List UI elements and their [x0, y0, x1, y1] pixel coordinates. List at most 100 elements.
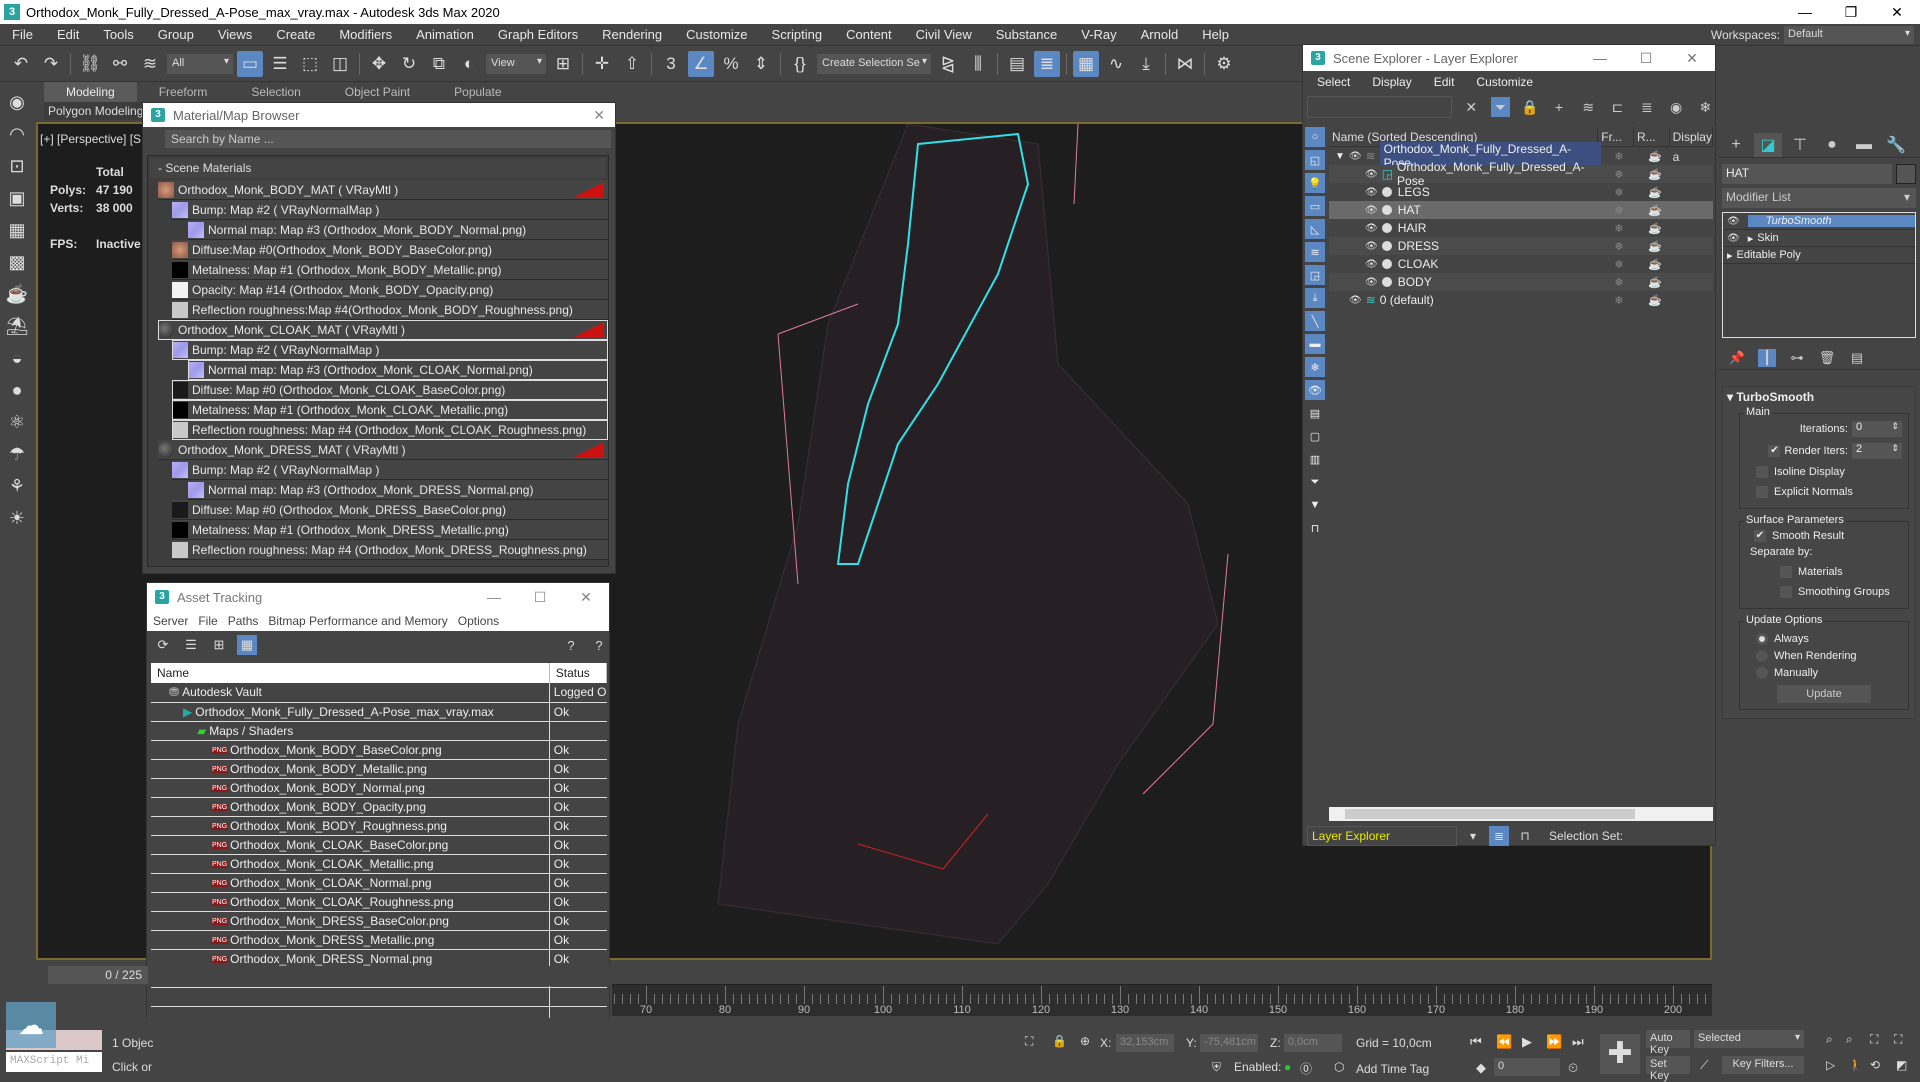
map-item[interactable]: Normal map: Map #3 (Orthodox_Monk_BODY_N…: [188, 220, 608, 240]
freeze-toggle-icon[interactable]: ❄: [1601, 150, 1637, 163]
visibility-eye-icon[interactable]: 👁: [1365, 259, 1378, 270]
close-button[interactable]: ✕: [1669, 50, 1715, 67]
spacewarps-filter-icon[interactable]: ≋: [1305, 242, 1325, 262]
frozen-filter-icon[interactable]: ❄: [1305, 357, 1325, 377]
asset-row[interactable]: PNG Orthodox_Monk_BODY_BaseColor.png Ok: [151, 740, 607, 760]
visibility-eye-icon[interactable]: 👁: [1365, 205, 1378, 216]
modify-icon[interactable]: ◠: [5, 122, 29, 146]
box-icon[interactable]: ⊡: [5, 154, 29, 178]
undo-icon[interactable]: ↶: [8, 51, 34, 77]
clear-search-icon[interactable]: ✕: [1462, 97, 1481, 117]
asset-row[interactable]: PNG Orthodox_Monk_CLOAK_Normal.png Ok: [151, 873, 607, 893]
material-editor-icon[interactable]: ⋈: [1172, 51, 1198, 77]
map-item[interactable]: Metalness: Map #1 (Orthodox_Monk_DRESS_M…: [172, 520, 608, 540]
containers-filter-icon[interactable]: ▬: [1305, 334, 1325, 354]
key-mode-icon[interactable]: ◆: [1476, 1060, 1486, 1076]
time-tag-icon[interactable]: ⓪: [1300, 1060, 1312, 1077]
tab-modeling[interactable]: Modeling: [44, 82, 137, 102]
renderable-toggle-icon[interactable]: ☕: [1637, 168, 1673, 181]
explicit-normals-option[interactable]: Explicit Normals: [1746, 482, 1902, 502]
object-row[interactable]: 👁 HAT ❄ ☕: [1329, 201, 1713, 219]
material-item[interactable]: Orthodox_Monk_BODY_MAT ( VRayMtl ): [158, 180, 608, 200]
lock-icon[interactable]: 🔒: [1520, 97, 1539, 117]
motion-tab-icon[interactable]: ●: [1818, 133, 1846, 157]
zoom-extents-all-icon[interactable]: ⛶: [1894, 1032, 1902, 1047]
menu-display[interactable]: Display: [1372, 75, 1411, 89]
update-when-rendering-radio[interactable]: When Rendering: [1746, 647, 1902, 664]
align-icon[interactable]: ⫼: [965, 51, 991, 77]
material-item[interactable]: Orthodox_Monk_CLOAK_MAT ( VRayMtl ): [158, 320, 608, 340]
x-coordinate-field[interactable]: 32,153cm: [1116, 1034, 1174, 1052]
menu-bitmap-performance[interactable]: Bitmap Performance and Memory: [268, 614, 447, 628]
maximize-button[interactable]: ☐: [1623, 50, 1669, 67]
materials-option[interactable]: Materials: [1746, 562, 1902, 582]
y-coordinate-field[interactable]: -75,481cm: [1200, 1034, 1258, 1052]
object-row[interactable]: 👁 ◲ Orthodox_Monk_Fully_Dressed_A-Pose ❄ ☕: [1329, 160, 1713, 188]
visibility-eye-icon[interactable]: 👁: [1365, 187, 1378, 198]
sun-icon[interactable]: ☀: [5, 506, 29, 530]
explicit-normals-checkbox[interactable]: [1756, 486, 1768, 498]
map-item[interactable]: Diffuse:Map #0(Orthodox_Monk_BODY_BaseCo…: [172, 240, 608, 260]
render-setup-icon[interactable]: ⚙: [1211, 51, 1237, 77]
track-bar-ruler[interactable]: 70 80 90 100 110 120 130 140 150 160 170 180 190 200: [612, 984, 1712, 1016]
smoothing-groups-checkbox[interactable]: [1780, 586, 1792, 598]
field-of-view-icon[interactable]: ▷: [1826, 1058, 1835, 1072]
menu-arnold[interactable]: Arnold: [1129, 27, 1191, 42]
update-button[interactable]: Update: [1777, 685, 1871, 703]
menu-customize[interactable]: Customize: [674, 27, 759, 42]
go-to-start-icon[interactable]: ⏮: [1470, 1034, 1482, 1050]
smooth-result-option[interactable]: ✔ Smooth Result: [1746, 526, 1902, 546]
smooth-result-checkbox[interactable]: ✔: [1754, 530, 1766, 542]
object-name-field[interactable]: HAT: [1722, 164, 1892, 184]
material-search-input[interactable]: Search by Name ...: [165, 130, 611, 148]
freeze-toggle-icon[interactable]: ❄: [1601, 240, 1637, 253]
asset-row[interactable]: ⛃ Autodesk Vault Logged O: [151, 683, 607, 703]
explorer-mode-dropdown[interactable]: Layer Explorer: [1307, 826, 1457, 846]
display-tab-icon[interactable]: ▬: [1850, 133, 1878, 157]
xrefs-filter-icon[interactable]: ⤓: [1305, 288, 1325, 308]
minimize-button[interactable]: —: [1577, 50, 1623, 67]
menu-modifiers[interactable]: Modifiers: [327, 27, 404, 42]
bind-space-warp-icon[interactable]: ≋: [137, 51, 163, 77]
object-row[interactable]: 👁 CLOAK ❄ ☕: [1329, 255, 1713, 273]
angle-snap-icon[interactable]: ∠: [688, 50, 714, 77]
hierarchy-tab-icon[interactable]: ⊤: [1786, 133, 1814, 157]
adaptive-degradation-icon[interactable]: ⛨: [1212, 1060, 1221, 1075]
modifier-list-dropdown[interactable]: Modifier List: [1722, 188, 1916, 208]
layer-explorer-icon[interactable]: ≣: [1034, 50, 1060, 77]
display-all-icon[interactable]: ▤: [1305, 403, 1325, 423]
link-icon[interactable]: ⛓: [77, 51, 103, 77]
invert-display-icon[interactable]: ▥: [1305, 449, 1325, 469]
menu-server[interactable]: Server: [153, 614, 188, 628]
scene-materials-header[interactable]: - Scene Materials: [150, 158, 606, 178]
freeze-toggle-icon[interactable]: ❄: [1601, 222, 1637, 235]
create-tab-icon[interactable]: +: [1722, 133, 1750, 157]
menu-substance[interactable]: Substance: [984, 27, 1069, 42]
edit-named-selection-icon[interactable]: {}: [787, 51, 813, 77]
freeze-toggle-icon[interactable]: ❄: [1601, 168, 1637, 181]
set-keys-icon[interactable]: ✚: [1600, 1034, 1640, 1074]
visibility-eye-icon[interactable]: 👁: [1365, 277, 1378, 288]
menu-options[interactable]: Options: [458, 614, 499, 628]
select-manipulate-icon[interactable]: ✛: [589, 51, 615, 77]
maxscript-listener-input[interactable]: MAXScript Mi: [6, 1052, 102, 1072]
help-disabled-icon[interactable]: ?: [589, 635, 609, 655]
column-renderable[interactable]: R...: [1634, 127, 1670, 146]
scene-explorer-toggle-icon[interactable]: ▤: [1004, 51, 1030, 77]
column-status[interactable]: Status: [549, 663, 608, 683]
asset-row[interactable]: PNG Orthodox_Monk_DRESS_BaseColor.png Ok: [151, 911, 607, 931]
hide-layer-icon[interactable]: ◉: [1666, 97, 1685, 117]
make-unique-icon[interactable]: ⊶: [1788, 349, 1806, 367]
menu-tools[interactable]: Tools: [91, 27, 145, 42]
map-item[interactable]: Reflection roughness: Map #4 (Orthodox_M…: [172, 420, 608, 440]
map-item[interactable]: Bump: Map #2 ( VRayNormalMap ): [172, 200, 608, 220]
set-key-button[interactable]: Set Key: [1646, 1056, 1690, 1082]
window-crossing-icon[interactable]: ◫: [327, 51, 353, 77]
map-item[interactable]: Normal map: Map #3 (Orthodox_Monk_CLOAK_…: [188, 360, 608, 380]
key-filters-button[interactable]: Key Filters...: [1722, 1056, 1804, 1074]
scene-explorer-titlebar[interactable]: 3 Scene Explorer - Layer Explorer — ☐ ✕: [1303, 45, 1715, 71]
object-row[interactable]: 👁 LEGS ❄ ☕: [1329, 183, 1713, 201]
renderable-toggle-icon[interactable]: ☕: [1637, 222, 1673, 235]
renderable-toggle-icon[interactable]: ☕: [1637, 240, 1673, 253]
container-icon[interactable]: ⊓: [1305, 518, 1325, 538]
